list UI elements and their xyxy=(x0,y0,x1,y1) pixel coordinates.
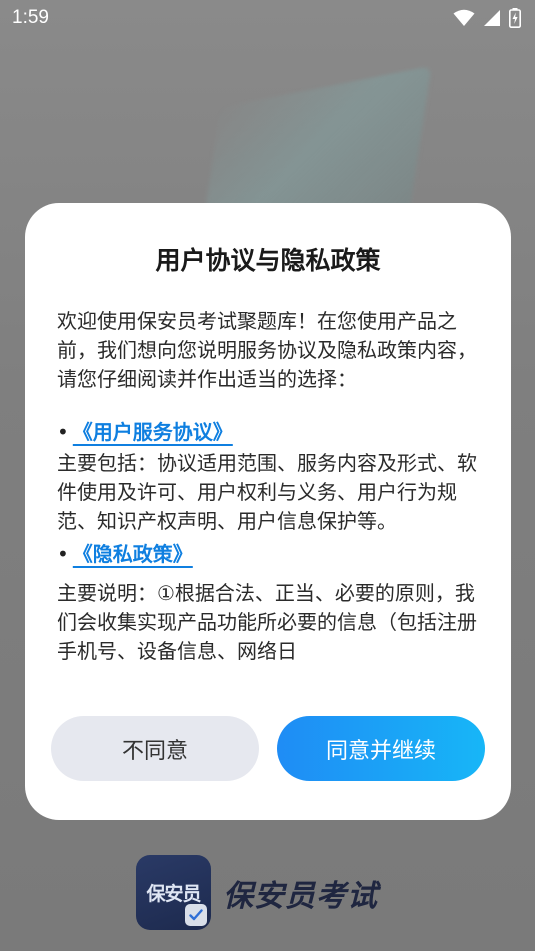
app-icon-label: 保安员 xyxy=(146,883,201,905)
bullet-row-privacy-policy: • 《隐私政策》 xyxy=(57,540,482,569)
bullet: • xyxy=(57,420,69,444)
intro-text: 欢迎使用保安员考试聚题库！在您使用产品之前，我们想向您说明服务协议及隐私政策内容… xyxy=(57,309,477,391)
privacy-dialog: 用户协议与隐私政策 欢迎使用保安员考试聚题库！在您使用产品之前，我们想向您说明服… xyxy=(25,203,511,820)
battery-charging-icon xyxy=(509,8,521,28)
bullet-row-service-agreement: • 《用户服务协议》 xyxy=(57,418,482,447)
user-service-agreement-link[interactable]: 《用户服务协议》 xyxy=(73,418,233,447)
dialog-title: 用户协议与隐私政策 xyxy=(155,246,381,275)
check-icon xyxy=(185,904,207,926)
decline-button[interactable]: 不同意 xyxy=(51,716,259,781)
status-icons xyxy=(453,8,521,28)
wifi-icon xyxy=(453,9,475,27)
app-name: 保安员考试 xyxy=(223,878,378,914)
signal-icon xyxy=(483,9,501,27)
bullet: • xyxy=(57,542,69,566)
accept-continue-button[interactable]: 同意并继续 xyxy=(277,716,485,781)
privacy-policy-link[interactable]: 《隐私政策》 xyxy=(73,540,193,569)
privacy-policy-summary: 主要说明：①根据合法、正当、必要的原则，我们会收集实现产品功能所必要的信息（包括… xyxy=(57,581,477,663)
service-agreement-summary: 主要包括：协议适用范围、服务内容及形式、软件使用及许可、用户权利与义务、用户行为… xyxy=(57,451,477,533)
status-bar: 1:59 xyxy=(0,0,535,36)
status-time: 1:59 xyxy=(12,7,49,28)
app-icon: 保安员 xyxy=(136,855,211,930)
dialog-scroll-content[interactable]: 欢迎使用保安员考试聚题库！在您使用产品之前，我们想向您说明服务协议及隐私政策内容… xyxy=(57,307,482,687)
brand-logo: 保安员 保安员考试 xyxy=(136,855,378,930)
